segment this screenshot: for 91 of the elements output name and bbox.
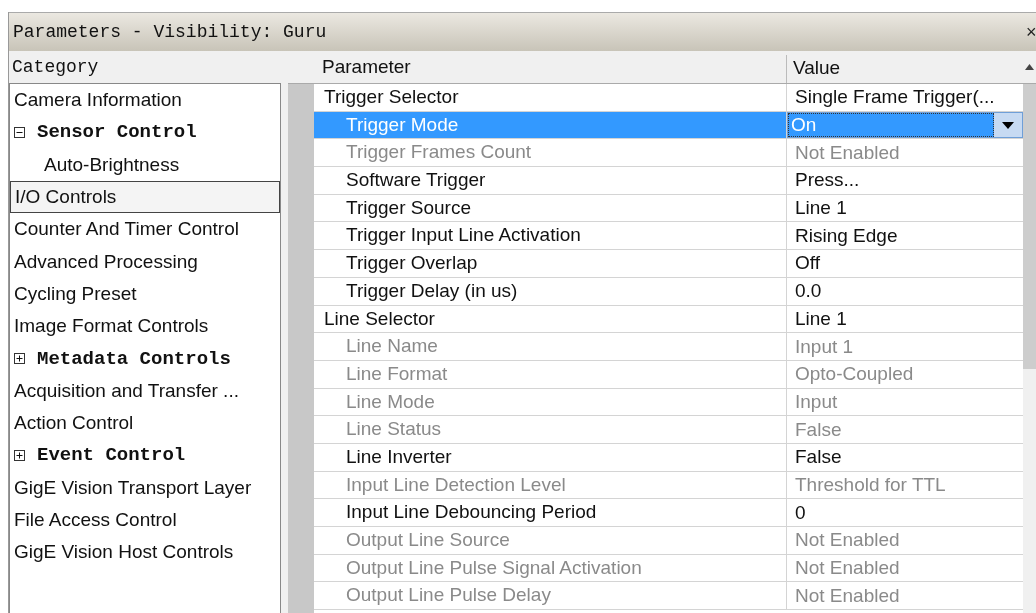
parameter-name: Trigger Frames Count bbox=[345, 140, 533, 165]
category-item[interactable]: File Access Control bbox=[10, 503, 280, 537]
parameter-value: False bbox=[795, 445, 842, 470]
close-button[interactable]: × bbox=[1026, 21, 1036, 43]
parameter-value: 0 bbox=[795, 500, 806, 525]
window-title: Parameters - Visibility: Guru bbox=[12, 22, 327, 42]
category-item[interactable]: Acquisition and Transfer ... bbox=[10, 374, 280, 407]
parameter-name: Trigger Delay (in us) bbox=[345, 278, 519, 303]
parameter-value: Line 1 bbox=[795, 196, 847, 221]
parameter-name: Line Format bbox=[345, 361, 449, 386]
parameter-name: Trigger Selector bbox=[323, 85, 460, 109]
category-item[interactable]: Action Control bbox=[10, 406, 280, 440]
column-header: Parameter bbox=[321, 55, 412, 79]
category-label: GigE Vision Host Controls bbox=[14, 541, 234, 564]
parameter-value: Opto-Coupled bbox=[795, 362, 914, 387]
category-label: Advanced Processing bbox=[14, 250, 198, 273]
parameter-row[interactable]: Line Format Opto-Coupled bbox=[314, 360, 1023, 389]
parameter-value: Threshold for TTL bbox=[795, 472, 946, 497]
parameter-name: Trigger Input Line Activation bbox=[345, 223, 582, 248]
parameter-value: Not Enabled bbox=[795, 556, 900, 581]
parameter-row[interactable]: Software Trigger Press... bbox=[314, 167, 1023, 195]
parameter-row[interactable]: Trigger Input Line Activation Rising Edge bbox=[314, 222, 1023, 251]
parameter-value: Line 1 bbox=[795, 306, 847, 331]
expand-icon[interactable] bbox=[14, 353, 25, 364]
parameter-name: Input Line Debouncing Period bbox=[345, 500, 598, 525]
category-label: Counter And Timer Control bbox=[14, 218, 239, 241]
category-label: Acquisition and Transfer ... bbox=[14, 379, 239, 402]
parameter-value: Not Enabled bbox=[795, 140, 900, 165]
parameter-row[interactable]: Trigger Source Line 1 bbox=[314, 194, 1023, 223]
parameter-value: Off bbox=[795, 251, 820, 276]
parameter-name: Output Line Source bbox=[345, 528, 511, 552]
parameter-value: Input bbox=[795, 389, 838, 414]
category-item[interactable]: Metadata Controls bbox=[10, 342, 280, 375]
category-label: File Access Control bbox=[14, 509, 177, 531]
category-label: Cycling Preset bbox=[14, 282, 137, 305]
scroll-up-icon[interactable] bbox=[1025, 64, 1034, 70]
parameter-row[interactable]: Line Inverter False bbox=[314, 443, 1023, 472]
category-label: Metadata Controls bbox=[37, 347, 231, 370]
category-label: Auto-Brightness bbox=[44, 153, 180, 176]
parameter-name: Line Inverter bbox=[345, 444, 453, 469]
expand-icon[interactable] bbox=[14, 449, 25, 461]
parameter-value: Input 1 bbox=[795, 334, 854, 359]
parameter-name: Trigger Source bbox=[345, 195, 472, 220]
parameter-row[interactable]: Line Mode Input bbox=[314, 388, 1023, 417]
category-label: Image Format Controls bbox=[14, 315, 209, 338]
category-item[interactable]: GigE Vision Host Controls bbox=[10, 536, 280, 569]
parameter-value: Rising Edge bbox=[795, 223, 898, 248]
category-item[interactable]: Cycling Preset bbox=[10, 277, 280, 311]
category-label: Sensor Control bbox=[37, 121, 197, 144]
category-item[interactable]: GigE Vision Transport Layer bbox=[10, 471, 280, 504]
category-item[interactable]: Sensor Control bbox=[10, 116, 280, 149]
parameter-value: 0.0 bbox=[795, 279, 822, 304]
parameter-name: Line Mode bbox=[345, 389, 436, 414]
scroll-thumb[interactable] bbox=[1023, 84, 1036, 369]
parameter-row[interactable]: Line Selector Line 1 bbox=[314, 305, 1023, 334]
category-item[interactable]: Auto-Brightness bbox=[10, 148, 280, 181]
parameter-name: Output Line Pulse Signal Activation bbox=[345, 555, 643, 580]
category-item[interactable]: Event Control bbox=[10, 439, 280, 472]
category-item[interactable]: I/O Controls bbox=[10, 180, 280, 214]
parameter-name: Line Status bbox=[345, 417, 443, 442]
category-label: GigE Vision Transport Layer bbox=[14, 476, 252, 499]
parameter-row[interactable]: Line Status False bbox=[314, 416, 1023, 444]
parameter-name: Line Selector bbox=[323, 306, 436, 331]
parameter-name: Trigger Overlap bbox=[345, 251, 479, 276]
parameter-row[interactable]: Input Line Debouncing Period 0 bbox=[314, 499, 1023, 527]
parameter-row[interactable]: Trigger Selector Single Frame Trigger(... bbox=[314, 84, 1023, 112]
parameter-row[interactable]: Trigger Overlap Off bbox=[314, 250, 1023, 278]
category-label: I/O Controls bbox=[15, 186, 117, 209]
parameter-value: Single Frame Trigger(... bbox=[795, 85, 995, 110]
collapse-icon[interactable] bbox=[14, 126, 25, 138]
column-header: Value bbox=[786, 55, 1023, 83]
category-item[interactable]: Camera Information bbox=[10, 84, 280, 117]
parameter-row[interactable]: Trigger Delay (in us) 0.0 bbox=[314, 277, 1023, 306]
parameter-value: False bbox=[795, 417, 842, 442]
parameter-name: Output Line Pulse Delay bbox=[345, 583, 552, 608]
parameter-value: Not Enabled bbox=[795, 528, 900, 553]
category-label: Event Control bbox=[37, 444, 186, 467]
category-item[interactable]: Image Format Controls bbox=[10, 310, 280, 343]
parameter-name: Software Trigger bbox=[345, 168, 487, 193]
parameter-name: Trigger Mode bbox=[314, 111, 786, 139]
category-item[interactable]: Advanced Processing bbox=[10, 245, 280, 278]
category-item[interactable]: Counter And Timer Control bbox=[10, 213, 280, 246]
category-label: Camera Information bbox=[14, 89, 182, 112]
parameter-name: Input Line Detection Level bbox=[345, 472, 567, 497]
caret-icon bbox=[1002, 121, 1014, 129]
parameter-value: Press... bbox=[795, 168, 860, 193]
parameter-value: Not Enabled bbox=[795, 583, 900, 608]
parameter-row[interactable]: Line Name Input 1 bbox=[314, 333, 1023, 361]
column-header: Category bbox=[11, 56, 100, 79]
parameter-name: Line Name bbox=[345, 334, 439, 359]
category-label: Action Control bbox=[14, 412, 134, 435]
